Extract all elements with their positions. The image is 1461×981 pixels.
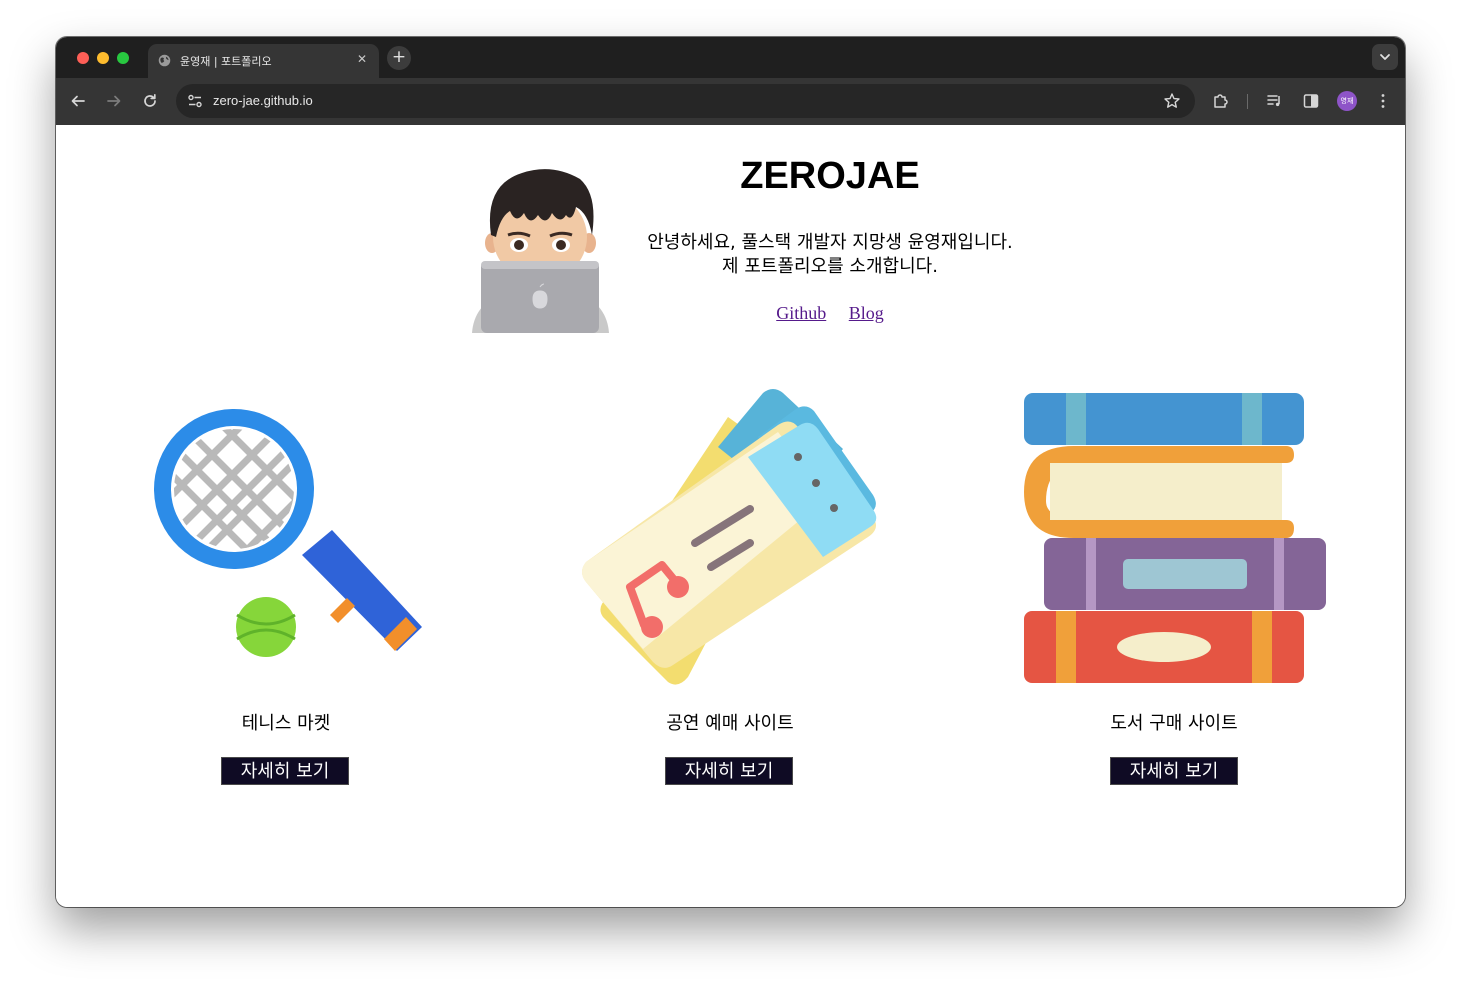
bookmark-star-icon[interactable] <box>1163 92 1181 110</box>
project-label-books: 도서 구매 사이트 <box>1110 713 1238 734</box>
chevron-down-icon <box>1380 54 1390 60</box>
blog-link[interactable]: Blog <box>849 303 884 323</box>
site-settings-icon[interactable] <box>187 93 203 109</box>
project-label-concert: 공연 예매 사이트 <box>666 713 794 734</box>
project-label-tennis: 테니스 마켓 <box>241 713 331 734</box>
side-panel-icon[interactable] <box>1302 92 1320 110</box>
more-menu-icon[interactable] <box>1374 92 1392 110</box>
profile-avatar[interactable]: 영재 <box>1337 91 1357 111</box>
url-text[interactable]: zero-jae.github.io <box>213 93 313 108</box>
tennis-racket-icon <box>152 405 422 657</box>
intro-text: 안녕하세요, 풀스택 개발자 지망생 윤영재입니다. 제 포트폴리오를 소개합니… <box>600 231 1060 279</box>
github-link[interactable]: Github <box>776 303 826 323</box>
extensions-puzzle-icon[interactable] <box>1212 92 1230 110</box>
forward-arrow-icon[interactable] <box>105 92 123 110</box>
tab-title: 윤영재 | 포트폴리오 <box>180 55 272 68</box>
back-arrow-icon[interactable] <box>69 92 87 110</box>
intro-line-2: 제 포트폴리오를 소개합니다. <box>722 256 938 277</box>
new-tab-button[interactable]: + <box>387 46 411 70</box>
reload-icon[interactable] <box>141 92 159 110</box>
minimize-window-button[interactable] <box>97 52 109 64</box>
tab-bar: 윤영재 | 포트폴리오 ✕ + <box>56 37 1405 78</box>
page-title: ZEROJAE <box>740 155 920 197</box>
intro-line-1: 안녕하세요, 풀스택 개발자 지망생 윤영재입니다. <box>647 232 1013 253</box>
tab-search-button[interactable] <box>1372 44 1398 70</box>
tennis-detail-button[interactable]: 자세히 보기 <box>221 757 349 785</box>
profile-links: Github Blog <box>616 303 1044 324</box>
page-content: ZEROJAE 안녕하세요, 풀스택 개발자 지망생 윤영재입니다. 제 포트폴… <box>56 125 1405 907</box>
close-window-button[interactable] <box>77 52 89 64</box>
browser-window: 윤영재 | 포트폴리오 ✕ + zero-jae.github.io 영재 ZE… <box>56 37 1405 907</box>
address-bar[interactable]: zero-jae.github.io <box>176 84 1195 118</box>
browser-toolbar: zero-jae.github.io 영재 <box>56 78 1405 125</box>
books-detail-button[interactable]: 자세히 보기 <box>1110 757 1238 785</box>
tab-close-icon[interactable]: ✕ <box>354 51 370 67</box>
browser-tab[interactable]: 윤영재 | 포트폴리오 ✕ <box>148 44 379 78</box>
media-control-icon[interactable] <box>1266 92 1284 110</box>
concert-detail-button[interactable]: 자세히 보기 <box>665 757 793 785</box>
memoji-laptop-image <box>472 169 609 333</box>
globe-icon <box>158 54 171 67</box>
book-stack-icon <box>1024 393 1326 683</box>
music-ticket-icon <box>582 389 877 685</box>
maximize-window-button[interactable] <box>117 52 129 64</box>
toolbar-divider <box>1247 94 1248 109</box>
